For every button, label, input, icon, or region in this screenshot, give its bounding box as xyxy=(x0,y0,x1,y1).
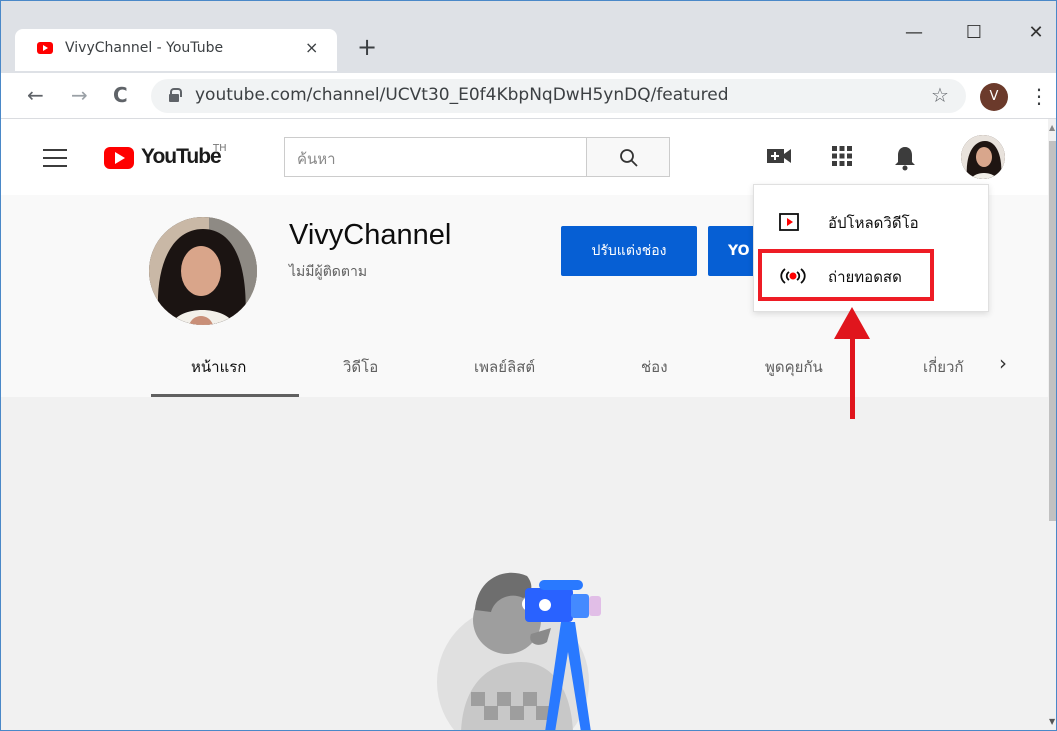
create-video-icon[interactable] xyxy=(766,145,792,167)
region-label: TH xyxy=(213,143,227,154)
annotation-arrow-shaft xyxy=(850,331,855,419)
tab-videos[interactable]: วิดีโอ xyxy=(343,355,378,379)
new-tab-button[interactable]: + xyxy=(357,35,377,59)
tabs-next-chevron-icon[interactable]: › xyxy=(999,351,1007,375)
youtube-logo-icon[interactable] xyxy=(104,147,134,169)
lock-icon[interactable] xyxy=(169,88,182,102)
browser-menu-icon[interactable]: ⋮ xyxy=(1029,83,1049,109)
scroll-thumb[interactable] xyxy=(1049,141,1056,521)
tab-playlists[interactable]: เพลย์ลิสต์ xyxy=(474,355,535,379)
scroll-up-icon[interactable]: ▲ xyxy=(1049,123,1055,132)
minimize-button[interactable]: — xyxy=(899,21,929,45)
notifications-bell-icon[interactable] xyxy=(894,145,916,171)
browser-window: VivyChannel - YouTube × + — ☐ ✕ ← → C yo… xyxy=(0,0,1057,731)
menu-item-upload-video[interactable]: อัปโหลดวิดีโอ xyxy=(754,197,990,247)
channel-avatar[interactable] xyxy=(149,217,257,325)
camera-person-illustration xyxy=(437,572,601,730)
browser-tab[interactable]: VivyChannel - YouTube × xyxy=(15,29,337,71)
maximize-button[interactable]: ☐ xyxy=(959,21,989,45)
menu-label-upload-video: อัปโหลดวิดีโอ xyxy=(828,214,919,232)
channel-content xyxy=(1,397,1048,730)
tab-title: VivyChannel - YouTube xyxy=(65,40,224,56)
tab-close-icon[interactable]: × xyxy=(305,38,318,58)
browser-toolbar: ← → C youtube.com/channel/UCVt30_E0f4Kbp… xyxy=(1,73,1056,119)
hamburger-menu-icon[interactable] xyxy=(43,149,67,167)
search-icon xyxy=(620,149,638,167)
close-window-button[interactable]: ✕ xyxy=(1021,21,1051,45)
highlight-box xyxy=(758,249,934,301)
youtube-favicon-icon xyxy=(37,42,53,54)
channel-name: VivyChannel xyxy=(289,219,452,251)
subscriber-count: ไม่มีผู้ติดตาม xyxy=(289,264,368,280)
forward-arrow-icon[interactable]: → xyxy=(71,83,88,107)
upload-video-icon xyxy=(779,213,799,231)
bookmark-star-icon[interactable]: ☆ xyxy=(931,83,949,107)
page-scrollbar[interactable]: ▲ ▼ xyxy=(1048,119,1056,730)
tab-channels[interactable]: ช่อง xyxy=(641,355,668,379)
browser-profile-avatar[interactable]: V xyxy=(980,83,1008,111)
search-input[interactable]: ค้นหา xyxy=(284,137,586,177)
address-bar[interactable]: youtube.com/channel/UCVt30_E0f4KbpNqDwH5… xyxy=(151,79,966,113)
channel-tabs: หน้าแรก วิดีโอ เพลย์ลิสต์ ช่อง พูดคุยกัน… xyxy=(1,341,1048,397)
channel-photo xyxy=(149,217,257,325)
search-placeholder: ค้นหา xyxy=(297,150,336,168)
apps-grid-icon[interactable] xyxy=(831,145,853,167)
tab-discussion[interactable]: พูดคุยกัน xyxy=(765,355,823,379)
reload-icon[interactable]: C xyxy=(113,83,128,107)
customize-channel-button[interactable]: ปรับแต่งช่อง xyxy=(561,226,697,276)
account-photo xyxy=(961,135,1005,179)
search-button[interactable] xyxy=(586,137,670,177)
account-avatar[interactable] xyxy=(961,135,1005,179)
tab-about[interactable]: เกี่ยวกั xyxy=(923,355,964,379)
tab-home[interactable]: หน้าแรก xyxy=(191,355,246,379)
scroll-down-icon[interactable]: ▼ xyxy=(1049,717,1055,726)
tab-bar: VivyChannel - YouTube × + — ☐ ✕ xyxy=(1,1,1056,73)
url-text[interactable]: youtube.com/channel/UCVt30_E0f4KbpNqDwH5… xyxy=(195,85,729,105)
back-arrow-icon[interactable]: ← xyxy=(27,83,44,107)
youtube-logo-text[interactable]: YouTube xyxy=(141,145,222,169)
